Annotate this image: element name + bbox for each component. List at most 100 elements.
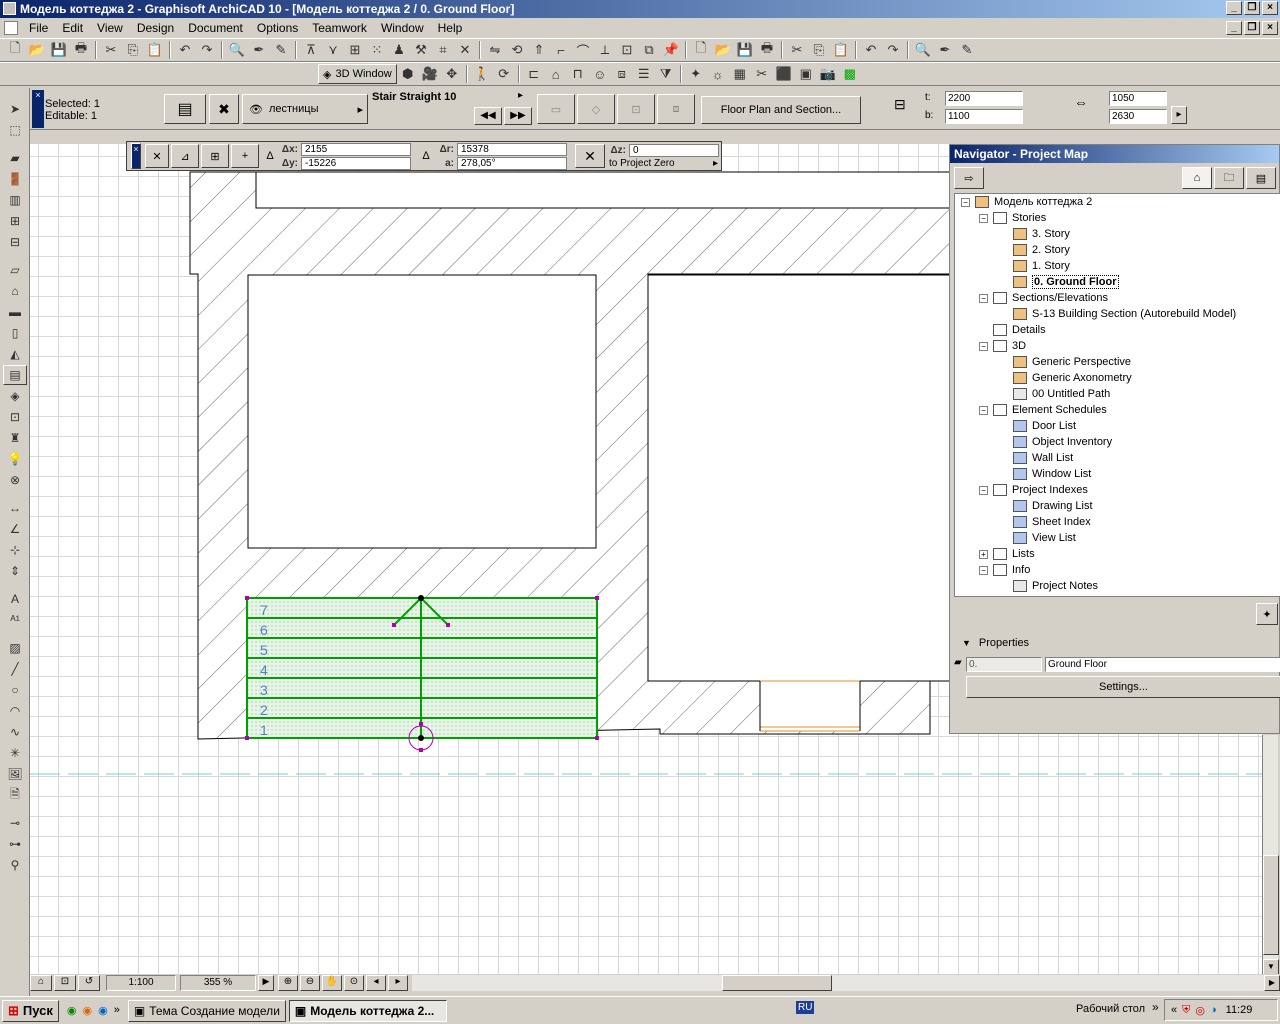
find-select-icon-2[interactable]: 🔍	[912, 40, 934, 60]
scroll-thumb[interactable]	[1263, 855, 1279, 955]
layers-icon[interactable]: ☰	[633, 64, 655, 84]
selected-stair[interactable]: 7 6 5 4 3 2 1	[245, 595, 599, 752]
level-dimension-icon[interactable]: ⊹	[3, 540, 27, 560]
tree-indexes[interactable]: Project Indexes	[993, 482, 1088, 498]
marquee-tool-icon[interactable]: ⬚	[3, 120, 27, 140]
collapse-icon[interactable]: −	[979, 406, 988, 415]
document-icon[interactable]	[4, 21, 18, 35]
angle-dimension-icon[interactable]: ∠	[3, 519, 27, 539]
expand-arrow-icon[interactable]: ▸	[1171, 106, 1187, 124]
t-input[interactable]: 2200	[945, 91, 1023, 106]
tree-project[interactable]: Модель коттеджа 2	[975, 194, 1092, 210]
toolbar-expand-icon[interactable]: »	[1152, 1000, 1159, 1014]
chair-tool-icon[interactable]: ♜	[3, 428, 27, 448]
info-box-handle[interactable]: ×	[32, 90, 44, 128]
suspend-groups-icon[interactable]: ♟	[388, 40, 410, 60]
desktop-toolbar-label[interactable]: Рабочий стол	[1076, 1003, 1145, 1015]
construction-grid-icon[interactable]: ⁙	[366, 40, 388, 60]
previous-zoom-icon[interactable]: ◂	[366, 975, 386, 991]
collapse-icon[interactable]: −	[979, 342, 988, 351]
open-icon-2[interactable]: 📂	[712, 40, 734, 60]
camera-icon[interactable]: 🎥	[419, 64, 441, 84]
elevate-icon[interactable]: ⇑	[528, 40, 550, 60]
tree-stories[interactable]: Stories	[993, 210, 1046, 226]
tree-section-item[interactable]: S-13 Building Section (Autorebuild Model…	[1013, 306, 1236, 322]
zoom-field[interactable]: 355 %	[180, 975, 256, 991]
3d-view-button[interactable]: ⧈	[657, 94, 695, 124]
copy-icon[interactable]: ⎘	[122, 40, 144, 60]
horizontal-scrollbar[interactable]: ▶	[412, 975, 1280, 991]
text-tool-icon[interactable]: A	[3, 589, 27, 609]
b-input[interactable]: 1100	[945, 109, 1023, 124]
tree-index-item[interactable]: Sheet Index	[1013, 514, 1091, 530]
start-button[interactable]: ⊞ Пуск	[2, 999, 59, 1022]
story-number-input[interactable]: 0.	[966, 657, 1042, 672]
undo-view-icon[interactable]: ↺	[78, 975, 100, 991]
expand-icon[interactable]: +	[979, 550, 988, 559]
mdi-restore-button[interactable]: ❐	[1244, 21, 1260, 35]
redo-icon-2[interactable]: ↷	[882, 40, 904, 60]
pick-up-icon[interactable]: ✒	[248, 40, 270, 60]
3d-view-icon[interactable]: ⬢	[397, 64, 419, 84]
layer-selector[interactable]: 👁 лестницы ▸	[242, 94, 368, 124]
undo-icon-2[interactable]: ↶	[860, 40, 882, 60]
snap-icon[interactable]: ⋎	[322, 40, 344, 60]
resize-icon[interactable]: ⊡	[616, 40, 638, 60]
layout-book-tab[interactable]: ▤	[1246, 167, 1276, 189]
menu-options[interactable]: Options	[250, 21, 305, 35]
new-icon-2[interactable]: 🗋	[690, 40, 712, 60]
lamp-tool-icon[interactable]: 💡	[3, 449, 27, 469]
next-zoom-icon[interactable]: ▸	[388, 975, 408, 991]
cross-icon[interactable]: ✕	[454, 40, 476, 60]
tree-schedule-item[interactable]: Window List	[1013, 466, 1091, 482]
close-button[interactable]: ×	[1262, 1, 1278, 15]
photo-icon[interactable]: 📷	[817, 64, 839, 84]
tree-sections[interactable]: Sections/Elevations	[993, 290, 1108, 306]
menu-help[interactable]: Help	[431, 21, 470, 35]
line-tool-icon[interactable]: ╱	[3, 659, 27, 679]
cut-icon[interactable]: ✂	[100, 40, 122, 60]
orbit-icon[interactable]: ⟳	[493, 64, 515, 84]
project-map-tree[interactable]: − Модель коттеджа 2 − Stories 3. Story 2…	[954, 193, 1280, 597]
tree-info[interactable]: Info	[993, 562, 1030, 578]
language-indicator[interactable]: RU	[796, 1001, 815, 1014]
story-name-input[interactable]: Ground Floor	[1045, 657, 1280, 672]
wall-tool-icon[interactable]: ▰	[3, 148, 27, 168]
collapse-icon[interactable]: −	[979, 566, 988, 575]
stair-tool-icon[interactable]: ▤	[3, 365, 27, 385]
angle-input[interactable]: 278,05°	[457, 156, 567, 170]
scene-icon[interactable]: ▣	[795, 64, 817, 84]
grid-snap-icon[interactable]: ⊞	[344, 40, 366, 60]
tree-3d-item[interactable]: 00 Untitled Path	[1013, 386, 1110, 402]
zoom-out-icon[interactable]: ⊖	[300, 975, 320, 991]
label-tool-icon[interactable]: ᴬ¹	[3, 610, 27, 630]
stair-settings-button[interactable]: ▤	[164, 94, 206, 124]
paste-icon[interactable]: 📋	[144, 40, 166, 60]
navigate-icon[interactable]: ✥	[441, 64, 463, 84]
split-icon[interactable]: ⟂	[594, 40, 616, 60]
reference-label[interactable]: to Project Zero	[609, 158, 713, 169]
floor-plan-section-button[interactable]: Floor Plan and Section...	[701, 96, 861, 124]
cut-icon-2[interactable]: ✂	[786, 40, 808, 60]
arc-tool-icon[interactable]: ◠	[3, 701, 27, 721]
tree-schedule-item[interactable]: Door List	[1013, 418, 1076, 434]
new-folder-button[interactable]: ✦	[1256, 603, 1278, 625]
next-button[interactable]: ▶▶	[504, 107, 532, 125]
tree-story-0[interactable]: 0. Ground Floor	[1013, 274, 1119, 290]
slab-tool-icon[interactable]: ▱	[3, 260, 27, 280]
circle-tool-icon[interactable]: ○	[3, 680, 27, 700]
grid-snap-button[interactable]: ⊿	[171, 144, 199, 168]
section-tool-icon[interactable]: ⊸	[3, 813, 27, 833]
camera-tool-icon[interactable]: ⊗	[3, 470, 27, 490]
zoom-in-icon[interactable]: ⊕	[278, 975, 298, 991]
firefox-icon[interactable]: ◉	[83, 1004, 93, 1017]
tree-details[interactable]: Details	[993, 322, 1046, 338]
relative-coords-button[interactable]: ✕	[145, 144, 169, 168]
mdi-close-button[interactable]: ×	[1262, 21, 1278, 35]
pan-icon[interactable]: ✋	[322, 975, 342, 991]
project-map-tab[interactable]: ⌂	[1182, 167, 1212, 189]
messenger-icon[interactable]: ◉	[98, 1004, 108, 1017]
tree-info-item[interactable]: Project Notes	[1013, 578, 1098, 594]
print-icon[interactable]: 🖶	[70, 40, 92, 60]
antivirus-icon[interactable]: ⛨	[1182, 1004, 1190, 1017]
